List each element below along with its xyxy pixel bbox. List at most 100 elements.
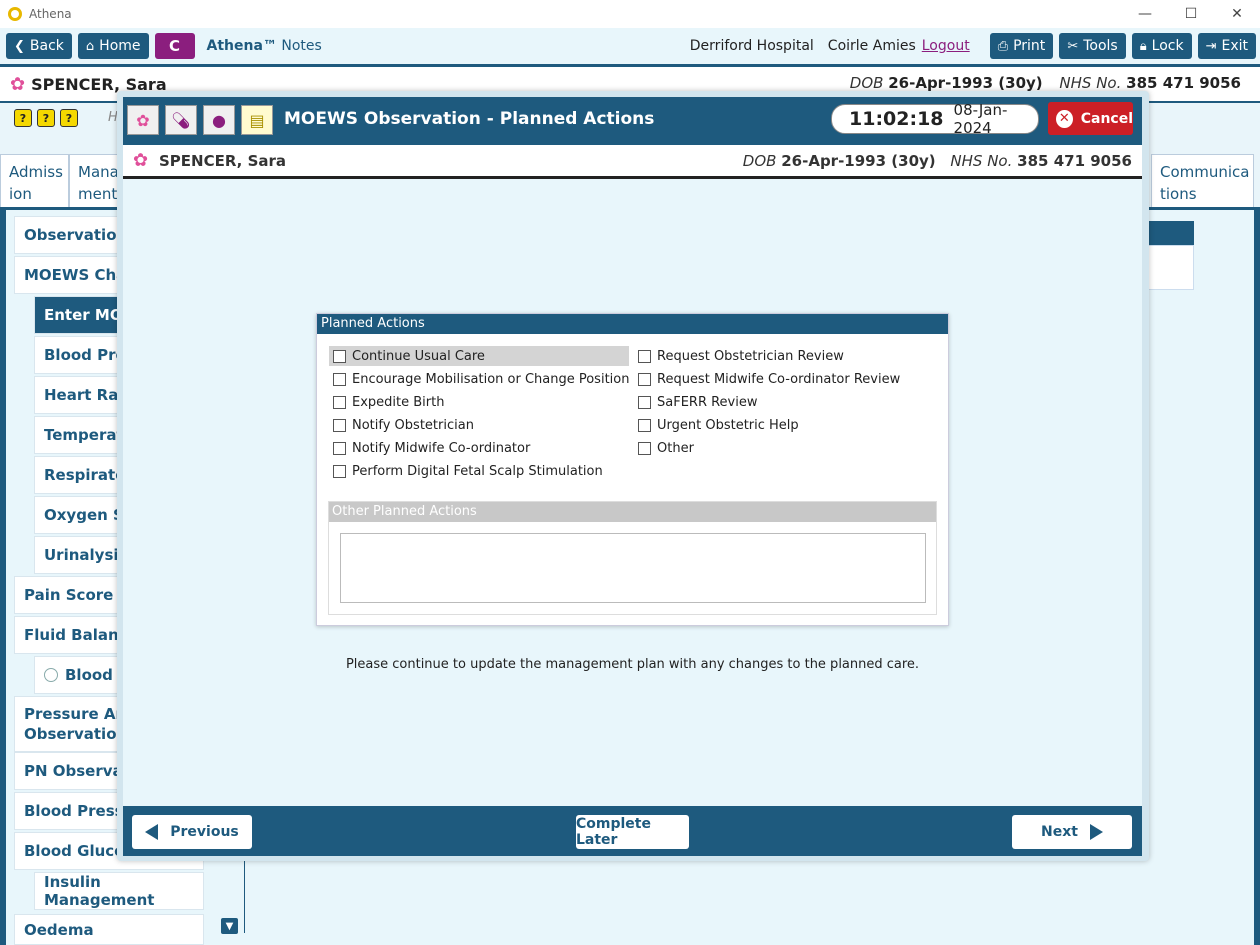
tab-admission[interactable]: Admiss ion bbox=[0, 154, 69, 208]
scroll-down-icon[interactable]: ▼ bbox=[221, 918, 238, 934]
checkbox[interactable] bbox=[333, 418, 346, 432]
chevron-left-icon: ❮ bbox=[14, 38, 25, 54]
cancel-button[interactable]: ✕ Cancel bbox=[1048, 102, 1133, 135]
tools-button[interactable]: ✂ Tools bbox=[1059, 33, 1126, 59]
current-date: 08-Jan-2024 bbox=[953, 101, 1008, 137]
cancel-label: Cancel bbox=[1080, 110, 1133, 127]
flower-icon: ✿ bbox=[10, 73, 26, 95]
next-label: Next bbox=[1041, 824, 1078, 840]
next-button[interactable]: Next bbox=[1012, 815, 1132, 849]
baby-icon: ● bbox=[203, 105, 235, 135]
action-request-obstetrician-review[interactable]: Request Obstetrician Review bbox=[634, 346, 844, 366]
c-button[interactable]: C bbox=[154, 33, 195, 59]
minimize-button[interactable]: — bbox=[1122, 0, 1168, 28]
checkbox[interactable] bbox=[638, 395, 651, 409]
action-continue-usual-care[interactable]: Continue Usual Care bbox=[329, 346, 629, 366]
alert-icon[interactable]: ? bbox=[37, 109, 55, 127]
checkbox-label: Notify Midwife Co-ordinator bbox=[352, 440, 531, 456]
home-button[interactable]: ⌂ Home bbox=[77, 33, 149, 59]
close-window-button[interactable]: ✕ bbox=[1214, 0, 1260, 28]
action-notify-obstetrician[interactable]: Notify Obstetrician bbox=[329, 415, 474, 435]
checkbox-label: Expedite Birth bbox=[352, 394, 445, 410]
checkbox-label: Request Midwife Co-ordinator Review bbox=[657, 371, 901, 387]
print-button[interactable]: ⎙ Print bbox=[989, 33, 1054, 59]
lock-label: Lock bbox=[1151, 38, 1184, 54]
action-other[interactable]: Other bbox=[634, 438, 694, 458]
checkbox[interactable] bbox=[638, 441, 651, 455]
alert-icon[interactable]: ? bbox=[14, 109, 32, 127]
nhs-value: 385 471 9056 bbox=[1017, 152, 1132, 170]
checkbox[interactable] bbox=[333, 349, 346, 363]
tab-communications[interactable]: Communica tions bbox=[1151, 154, 1254, 208]
checkbox[interactable] bbox=[333, 441, 346, 455]
checkbox[interactable] bbox=[333, 372, 346, 386]
previous-button[interactable]: Previous bbox=[132, 815, 252, 849]
flower-icon: ✿ bbox=[133, 150, 149, 171]
action-encourage-mobilisation[interactable]: Encourage Mobilisation or Change Positio… bbox=[329, 369, 629, 389]
complete-later-label: Complete Later bbox=[576, 816, 651, 848]
brand-name: Athena™ bbox=[206, 38, 277, 54]
home-label: Home bbox=[99, 38, 141, 54]
dialog-footer: Previous Complete Later Next bbox=[123, 806, 1142, 856]
action-urgent-obstetric-help[interactable]: Urgent Obstetric Help bbox=[634, 415, 799, 435]
exit-icon: ⇥ bbox=[1205, 38, 1217, 54]
arrow-right-icon bbox=[1089, 824, 1103, 840]
checkbox[interactable] bbox=[333, 395, 346, 409]
action-fetal-scalp-stimulation[interactable]: Perform Digital Fetal Scalp Stimulation bbox=[329, 461, 603, 481]
dob-value: 26-Apr-1993 (30y) bbox=[781, 152, 936, 170]
exit-button[interactable]: ⇥ Exit bbox=[1197, 33, 1256, 59]
divider bbox=[244, 858, 245, 933]
brand: Athena™ Notes bbox=[207, 38, 322, 54]
athena-logo-icon bbox=[8, 7, 22, 21]
brand-suffix: Notes bbox=[281, 38, 322, 54]
arrow-left-icon bbox=[145, 824, 159, 840]
patient-details: DOB 26-Apr-1993 (30y) NHS No. 385 471 90… bbox=[850, 74, 1253, 92]
checkbox[interactable] bbox=[638, 372, 651, 386]
dialog-header: ✿ 💊︎ ● ▤ MOEWS Observation - Planned Act… bbox=[123, 97, 1142, 145]
print-label: Print bbox=[1013, 38, 1046, 54]
user-name: Coirle Amies bbox=[827, 38, 916, 54]
checkbox-label: Continue Usual Care bbox=[352, 348, 485, 364]
checkbox[interactable] bbox=[638, 418, 651, 432]
patient-details: DOB 26-Apr-1993 (30y) NHS No. 385 471 90… bbox=[743, 152, 1132, 170]
back-button[interactable]: ❮ Back bbox=[6, 33, 72, 59]
logout-link[interactable]: Logout bbox=[922, 38, 970, 54]
complete-later-button[interactable]: Complete Later bbox=[576, 815, 689, 849]
dialog-patient-banner: ✿ SPENCER, Sara DOB 26-Apr-1993 (30y) NH… bbox=[123, 145, 1142, 179]
dialog-title: MOEWS Observation - Planned Actions bbox=[284, 109, 655, 129]
sidebar-item-insulin-management[interactable]: Insulin Management bbox=[34, 872, 204, 910]
action-notify-midwife-coordinator[interactable]: Notify Midwife Co-ordinator bbox=[329, 438, 530, 458]
action-expedite-birth[interactable]: Expedite Birth bbox=[329, 392, 444, 412]
maximize-button[interactable]: ☐ bbox=[1168, 0, 1214, 28]
close-icon: ✕ bbox=[1056, 109, 1073, 128]
panel-title: Planned Actions bbox=[317, 314, 948, 334]
radio-icon bbox=[44, 668, 58, 682]
info-message: Please continue to update the management… bbox=[345, 657, 920, 672]
checkbox[interactable] bbox=[638, 349, 651, 363]
background-panel bbox=[1142, 245, 1194, 290]
planned-actions-panel: Planned Actions Continue Usual Care Enco… bbox=[316, 313, 949, 626]
nhs-label: NHS No. bbox=[1059, 74, 1122, 92]
alert-icon[interactable]: ? bbox=[60, 109, 78, 127]
previous-label: Previous bbox=[170, 824, 239, 840]
checkbox-label: Encourage Mobilisation or Change Positio… bbox=[352, 371, 630, 387]
sidebar-item-oedema[interactable]: Oedema bbox=[14, 914, 204, 945]
dialog-header-icons: ✿ 💊︎ ● ▤ bbox=[127, 105, 279, 135]
other-planned-actions-box: Other Planned Actions bbox=[328, 501, 937, 615]
action-saferr-review[interactable]: SaFERR Review bbox=[634, 392, 758, 412]
checkbox-label: Perform Digital Fetal Scalp Stimulation bbox=[352, 463, 603, 479]
other-planned-actions-title: Other Planned Actions bbox=[329, 502, 936, 522]
dialog-body: Planned Actions Continue Usual Care Enco… bbox=[123, 179, 1142, 806]
nhs-label: NHS No. bbox=[950, 152, 1013, 170]
toolbar-right: Derriford Hospital Coirle Amies Logout ⎙… bbox=[690, 33, 1256, 59]
main-toolbar: ❮ Back ⌂ Home C Athena™ Notes Derriford … bbox=[0, 28, 1260, 64]
window-titlebar: Athena — ☐ ✕ bbox=[0, 0, 1260, 28]
alert-icons: ? ? ? bbox=[14, 109, 83, 127]
checkbox[interactable] bbox=[333, 464, 346, 478]
lock-button[interactable]: 🔒︎ Lock bbox=[1131, 33, 1192, 59]
checkbox-label: Urgent Obstetric Help bbox=[657, 417, 799, 433]
medication-icon: 💊︎ bbox=[165, 105, 197, 135]
datetime-display: 11:02:18 08-Jan-2024 bbox=[831, 101, 1039, 137]
action-request-midwife-review[interactable]: Request Midwife Co-ordinator Review bbox=[634, 369, 900, 389]
other-planned-actions-input[interactable] bbox=[340, 533, 926, 603]
